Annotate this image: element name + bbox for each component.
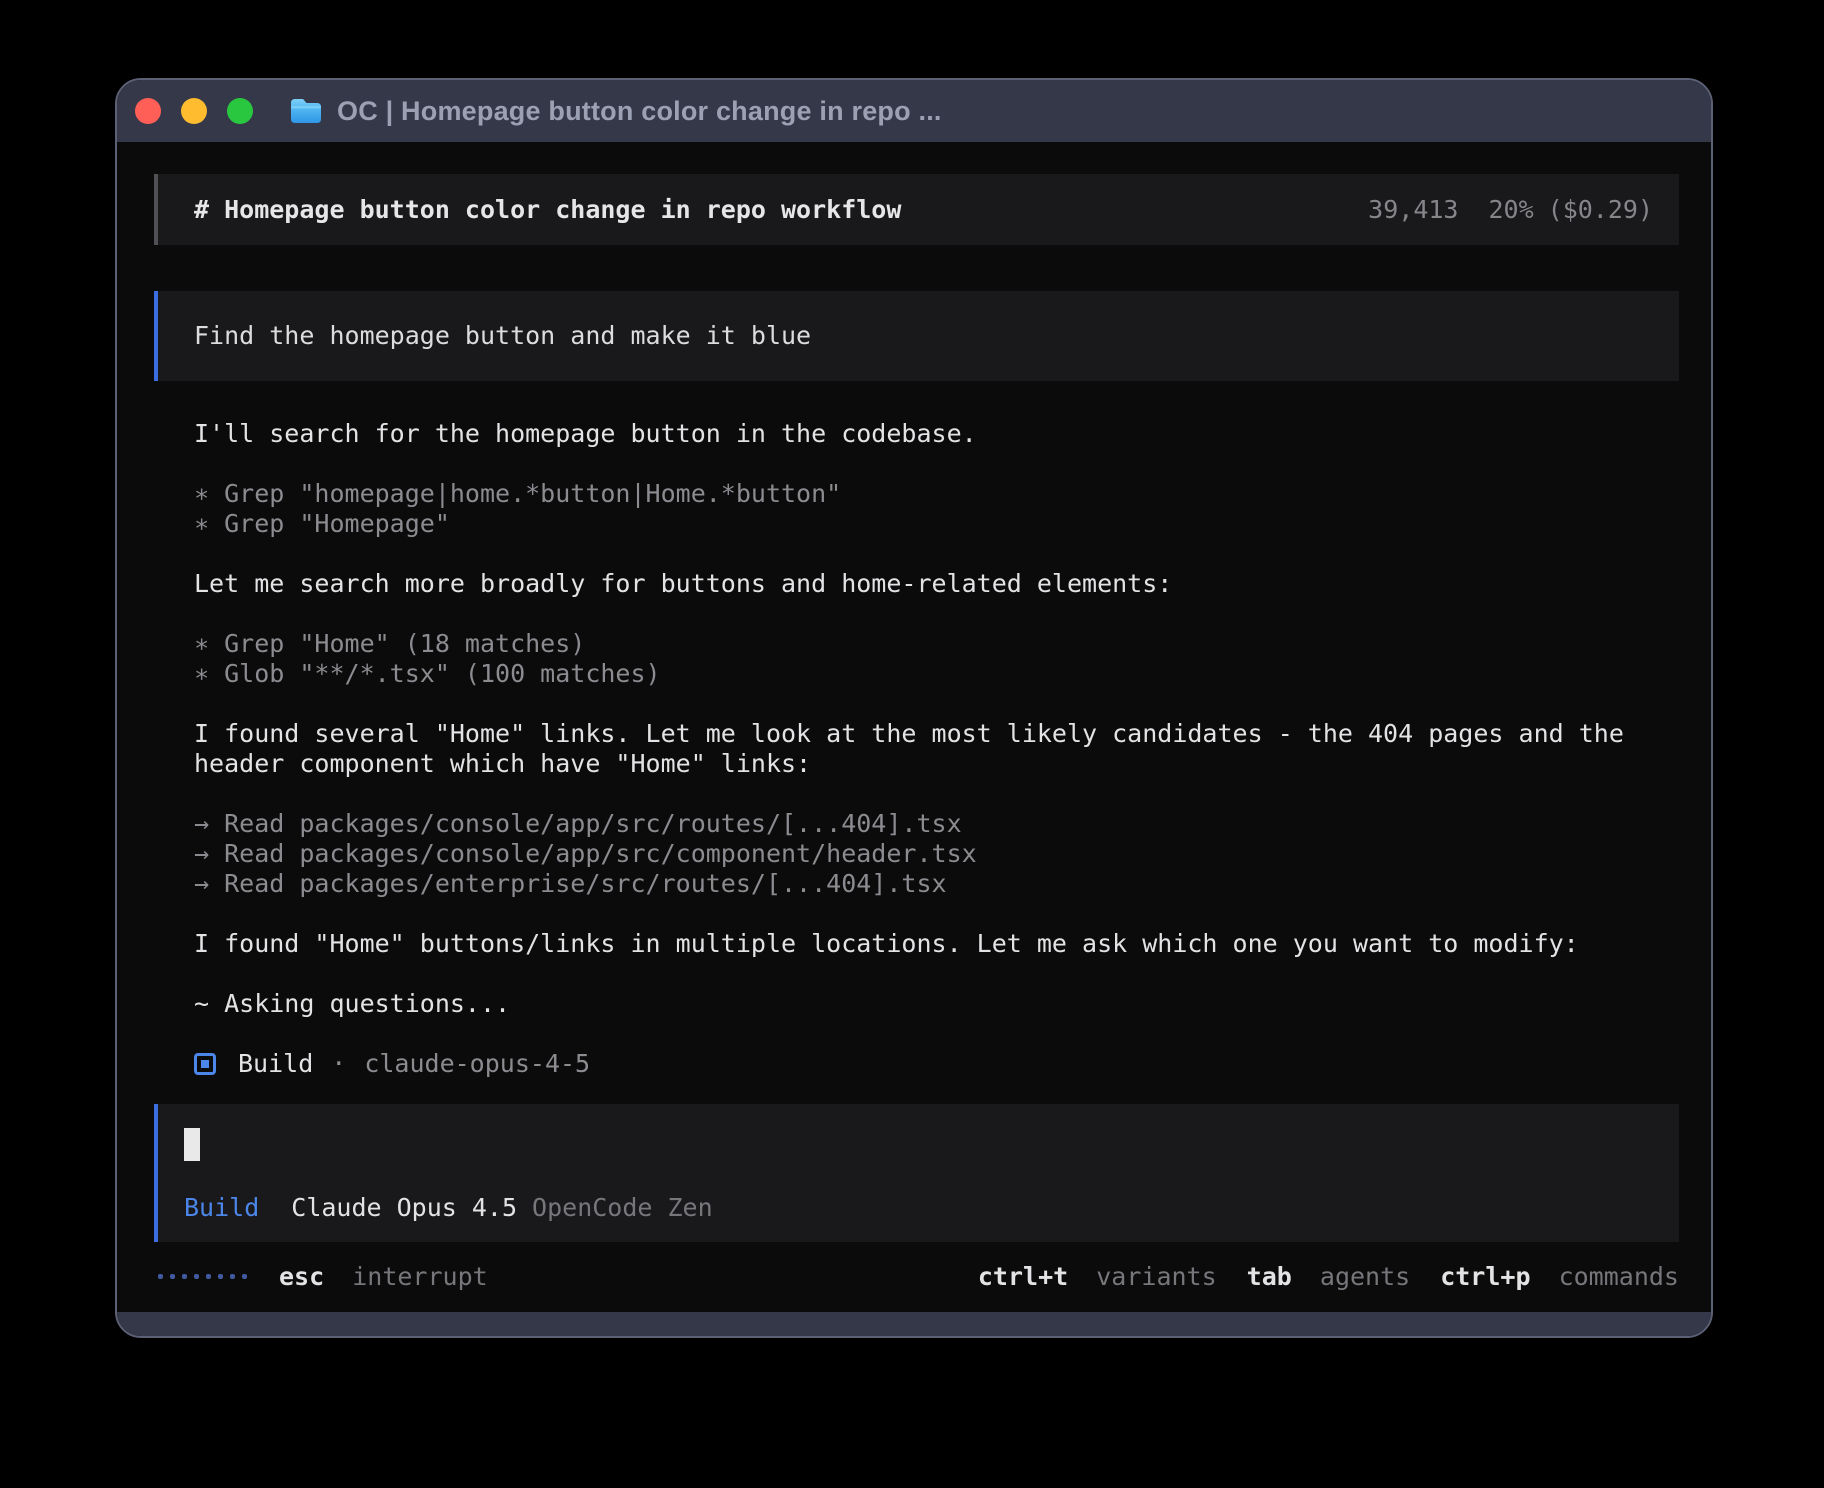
- variants-label: variants: [1096, 1262, 1216, 1291]
- ctrl-p-key-label: ctrl+p: [1440, 1262, 1530, 1291]
- assistant-message: Let me search more broadly for buttons a…: [194, 569, 1679, 599]
- provider-label: OpenCode Zen: [532, 1193, 713, 1222]
- interrupt-hint: esc interrupt: [279, 1262, 488, 1291]
- commands-hint: ctrl+p commands: [1440, 1262, 1679, 1291]
- assistant-status-message: ~ Asking questions...: [194, 989, 1679, 1019]
- tool-call-list: ∗ Grep "Home" (18 matches) ∗ Glob "**/*.…: [194, 629, 1679, 689]
- tab-key-label: tab: [1247, 1262, 1292, 1291]
- interrupt-label: interrupt: [352, 1262, 487, 1291]
- conversation: I'll search for the homepage button in t…: [154, 419, 1679, 1104]
- assistant-message: I found several "Home" links. Let me loo…: [194, 719, 1679, 779]
- terminal-content: # Homepage button color change in repo w…: [117, 142, 1711, 1312]
- session-stats: 39,413 20% ($0.29): [1368, 195, 1653, 224]
- minimize-button[interactable]: [181, 98, 207, 124]
- assistant-message: I found "Home" buttons/links in multiple…: [194, 929, 1679, 959]
- assistant-message: I'll search for the homepage button in t…: [194, 419, 1679, 449]
- commands-label: commands: [1559, 1262, 1679, 1291]
- progress-dots: [154, 1274, 247, 1279]
- text-cursor: [184, 1128, 200, 1161]
- variants-hint: ctrl+t variants: [978, 1262, 1217, 1291]
- tool-call-list: ∗ Grep "homepage|home.*button|Home.*butt…: [194, 479, 1679, 539]
- user-message: Find the homepage button and make it blu…: [154, 291, 1679, 381]
- window-titlebar: OC | Homepage button color change in rep…: [117, 80, 1711, 142]
- session-cost: ($0.29): [1548, 195, 1653, 224]
- agent-mode-label[interactable]: Build: [184, 1193, 259, 1222]
- model-label: Claude Opus 4.5: [291, 1193, 517, 1222]
- maximize-button[interactable]: [227, 98, 253, 124]
- ctrl-t-key-label: ctrl+t: [978, 1262, 1068, 1291]
- build-agent-icon: [194, 1053, 216, 1075]
- terminal-window: OC | Homepage button color change in rep…: [115, 78, 1713, 1338]
- esc-key-label: esc: [279, 1262, 324, 1291]
- token-count: 39,413: [1368, 195, 1458, 224]
- session-header: # Homepage button color change in repo w…: [154, 174, 1679, 245]
- agent-name: Build: [238, 1049, 313, 1079]
- traffic-light-buttons: [135, 98, 253, 124]
- agent-status-row: Build · claude-opus-4-5: [194, 1049, 1679, 1079]
- status-bar: esc interrupt ctrl+t variants tab agents…: [154, 1255, 1679, 1297]
- window-title: OC | Homepage button color change in rep…: [337, 96, 942, 127]
- agent-model: claude-opus-4-5: [364, 1049, 590, 1079]
- agent-separator: ·: [331, 1049, 346, 1079]
- input-meta-row: Build Claude Opus 4.5 OpenCode Zen: [184, 1193, 1653, 1222]
- prompt-input[interactable]: Build Claude Opus 4.5 OpenCode Zen: [154, 1104, 1679, 1242]
- window-bottom-bar: [117, 1312, 1711, 1336]
- close-button[interactable]: [135, 98, 161, 124]
- agents-hint: tab agents: [1247, 1262, 1411, 1291]
- session-title: # Homepage button color change in repo w…: [194, 195, 901, 224]
- agents-label: agents: [1320, 1262, 1410, 1291]
- folder-icon: [289, 97, 323, 125]
- tool-call-list: → Read packages/console/app/src/routes/[…: [194, 809, 1679, 899]
- context-percent: 20%: [1488, 195, 1533, 224]
